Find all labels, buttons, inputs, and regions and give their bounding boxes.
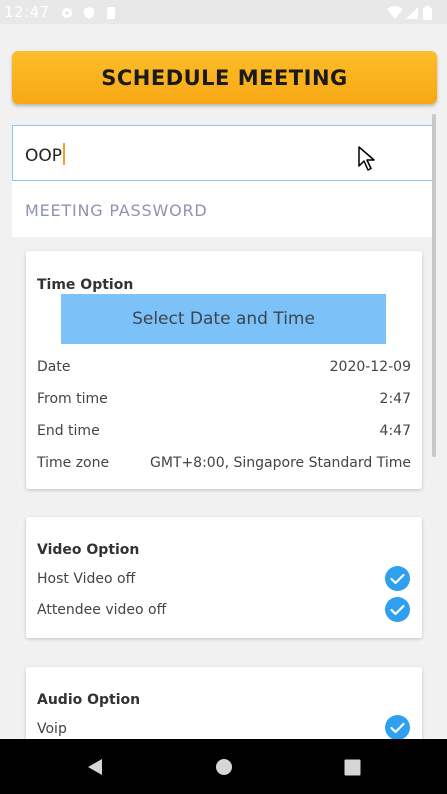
host-video-off-checkbox[interactable] bbox=[385, 566, 410, 591]
video-option-card: Video Option Host Video off Attendee vid… bbox=[26, 517, 422, 638]
navigation-bar bbox=[0, 739, 447, 794]
meeting-topic-value-wrap: OOP bbox=[25, 143, 66, 166]
voip-label: Voip bbox=[37, 721, 67, 737]
attendee-video-off-label: Attendee video off bbox=[37, 602, 167, 618]
voip-checkbox[interactable] bbox=[385, 715, 410, 739]
time-option-title: Time Option bbox=[37, 277, 134, 293]
from-time-value: 2:47 bbox=[379, 391, 411, 407]
time-option-card: Time Option Select Date and Time Date 20… bbox=[26, 251, 422, 489]
status-time: 12:47 bbox=[4, 3, 50, 21]
content-area: SCHEDULE MEETING OOP MEETING PASSWORD Ti… bbox=[0, 24, 447, 739]
checkmark-icon bbox=[390, 722, 405, 733]
scrollbar[interactable] bbox=[432, 114, 436, 457]
time-zone-label: Time zone bbox=[37, 455, 110, 471]
schedule-meeting-button[interactable]: SCHEDULE MEETING bbox=[12, 51, 437, 104]
video-option-title: Video Option bbox=[37, 542, 140, 558]
from-time-label: From time bbox=[37, 391, 108, 407]
back-triangle-icon bbox=[88, 759, 102, 775]
end-time-label: End time bbox=[37, 423, 100, 439]
attendee-video-off-checkbox[interactable] bbox=[385, 597, 410, 622]
meeting-topic-input[interactable]: OOP bbox=[12, 125, 436, 181]
host-video-off-label: Host Video off bbox=[37, 571, 136, 587]
home-button[interactable] bbox=[211, 754, 237, 780]
home-circle-icon bbox=[216, 759, 232, 775]
text-caret bbox=[63, 143, 66, 165]
date-value: 2020-12-09 bbox=[329, 359, 411, 375]
meeting-topic-value: OOP bbox=[25, 146, 63, 166]
end-time-value: 4:47 bbox=[379, 423, 411, 439]
mouse-pointer-icon bbox=[358, 146, 376, 176]
date-label: Date bbox=[37, 359, 71, 375]
wifi-icon bbox=[387, 5, 403, 19]
recents-square-icon bbox=[344, 759, 360, 775]
checkmark-icon bbox=[390, 604, 405, 615]
signal-icon bbox=[405, 5, 419, 19]
battery-icon bbox=[423, 5, 437, 20]
audio-option-title: Audio Option bbox=[37, 692, 141, 708]
recents-button[interactable] bbox=[339, 754, 365, 780]
audio-option-card: Audio Option Voip bbox=[26, 667, 422, 739]
time-zone-value: GMT+8:00, Singapore Standard Time bbox=[149, 455, 411, 471]
back-button[interactable] bbox=[82, 754, 108, 780]
gear-icon bbox=[60, 5, 74, 19]
sd-card-icon bbox=[104, 5, 118, 19]
select-date-time-button[interactable]: Select Date and Time bbox=[61, 294, 386, 344]
checkmark-icon bbox=[390, 573, 405, 584]
shield-icon bbox=[82, 5, 96, 19]
status-bar: 12:47 bbox=[0, 0, 447, 24]
meeting-password-placeholder: MEETING PASSWORD bbox=[25, 201, 208, 220]
meeting-password-input[interactable]: MEETING PASSWORD bbox=[12, 181, 436, 237]
